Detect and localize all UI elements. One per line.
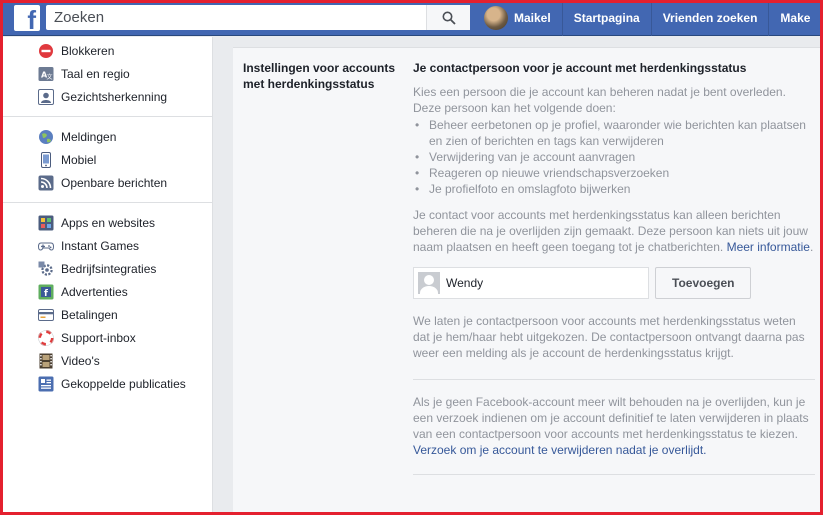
sidebar-item-label: Support-inbox: [61, 330, 136, 345]
credit-card-icon: [38, 307, 54, 323]
top-nav: Maikel Startpagina Vrienden zoeken Make: [478, 0, 821, 36]
face-recognition-icon: [38, 88, 54, 105]
sidebar-item-label: Instant Games: [61, 238, 140, 253]
sidebar-group-notifications: Meldingen Mobiel Openbare berichten: [0, 123, 212, 196]
sidebar-item-label: Meldingen: [61, 129, 117, 144]
sidebar-item-business-integrations[interactable]: Bedrijfsintegraties: [0, 257, 212, 280]
sidebar-item-instant-games[interactable]: Instant Games: [0, 234, 212, 257]
sidebar-item-label: Blokkeren: [61, 43, 115, 58]
facebook-logo-icon[interactable]: f: [14, 5, 40, 31]
sidebar-item-face-recognition[interactable]: Gezichtsherkenning: [0, 85, 212, 108]
sidebar-item-support-inbox[interactable]: Support-inbox: [0, 326, 212, 349]
profile-name: Maikel: [514, 11, 551, 25]
delete-text: Als je geen Facebook-account meer wilt b…: [413, 395, 809, 441]
delete-account-link[interactable]: Verzoek om je account te verwijderen nad…: [413, 443, 707, 457]
sidebar-divider: [0, 116, 212, 117]
svg-text:文: 文: [47, 73, 53, 81]
contact-info-paragraph: Je contact voor accounts met herdenkings…: [413, 208, 814, 254]
sidebar-item-label: Apps en websites: [61, 215, 156, 230]
globe-icon: [38, 129, 54, 145]
notify-text: We laten je contactpersoon voor accounts…: [413, 314, 805, 360]
sidebar-group-apps: Apps en websites Instant Games Bedrijfsi…: [0, 209, 212, 397]
more-info-link[interactable]: Meer informatie: [727, 240, 810, 254]
gamepad-icon: [38, 238, 54, 254]
mobile-icon: [38, 151, 54, 168]
sidebar-item-mobile[interactable]: Mobiel: [0, 148, 212, 171]
section-title: Instellingen voor accounts met herdenkin…: [243, 61, 396, 91]
sidebar-group-privacy: Blokkeren A文 Taal en regio Gezichtsherke…: [0, 37, 212, 110]
content-divider: [413, 379, 815, 380]
sidebar-item-ads[interactable]: f Advertenties: [0, 280, 212, 303]
list-item: Reageren op nieuwe vriendschapsverzoeken: [413, 165, 815, 181]
publication-icon: [38, 376, 54, 392]
nav-profile[interactable]: Maikel: [478, 0, 563, 36]
search-input[interactable]: [46, 9, 426, 26]
sidebar-item-linked-publications[interactable]: Gekoppelde publicaties: [0, 372, 212, 395]
gear-icon: [38, 261, 54, 277]
block-icon: [38, 43, 54, 59]
sidebar-item-label: Betalingen: [61, 307, 118, 322]
sidebar-item-label: Bedrijfsintegraties: [61, 261, 157, 276]
memorial-settings-panel: Instellingen voor accounts met herdenkin…: [233, 47, 823, 515]
sidebar-divider: [0, 202, 212, 203]
content-divider: [413, 474, 815, 475]
sidebar-item-label: Advertenties: [61, 284, 128, 299]
contact-value: Wendy: [446, 276, 484, 290]
sidebar-item-block[interactable]: Blokkeren: [0, 39, 212, 62]
film-icon: [38, 353, 54, 369]
nav-home[interactable]: Startpagina: [563, 0, 652, 36]
sidebar-item-videos[interactable]: Video's: [0, 349, 212, 372]
sidebar-item-apps-websites[interactable]: Apps en websites: [0, 211, 212, 234]
memorial-content: Je contactpersoon voor je account met he…: [413, 60, 815, 489]
list-item: Je profielfoto en omslagfoto bijwerken: [413, 181, 815, 197]
sidebar-item-notifications[interactable]: Meldingen: [0, 125, 212, 148]
sidebar-item-label: Gezichtsherkenning: [61, 89, 168, 104]
sidebar-item-public-posts[interactable]: Openbare berichten: [0, 171, 212, 194]
rss-icon: [38, 175, 54, 191]
delete-paragraph: Als je geen Facebook-account meer wilt b…: [413, 394, 815, 458]
language-icon: A文: [38, 66, 54, 82]
sidebar-item-label: Openbare berichten: [61, 175, 168, 190]
search-box: [46, 5, 470, 30]
settings-sidebar: Blokkeren A文 Taal en regio Gezichtsherke…: [0, 37, 213, 515]
svg-text:f: f: [44, 289, 48, 299]
contact-picker: Wendy Toevoegen: [413, 267, 815, 299]
list-item: Verwijdering van je account aanvragen: [413, 149, 815, 165]
sidebar-item-label: Video's: [61, 353, 100, 368]
legacy-contact-heading: Je contactpersoon voor je account met he…: [413, 61, 747, 75]
sidebar-item-payments[interactable]: Betalingen: [0, 303, 212, 326]
sidebar-item-label: Gekoppelde publicaties: [61, 376, 186, 391]
lifebuoy-icon: [38, 329, 54, 346]
default-avatar-icon: [418, 272, 440, 294]
nav-find-friends[interactable]: Vrienden zoeken: [652, 0, 770, 36]
search-button[interactable]: [426, 5, 470, 30]
apps-icon: [38, 215, 54, 231]
sidebar-item-language[interactable]: A文 Taal en regio: [0, 62, 212, 85]
add-button[interactable]: Toevoegen: [655, 267, 752, 299]
top-bar: f Maikel Startpagina Vrienden zoeken Mak…: [0, 0, 823, 36]
sidebar-item-label: Taal en regio: [61, 66, 130, 81]
list-item: Beheer eerbetonen op je profiel, waarond…: [413, 117, 815, 149]
permissions-list: Beheer eerbetonen op je profiel, waarond…: [413, 117, 815, 197]
intro-text: Kies een persoon die je account kan behe…: [413, 85, 786, 115]
avatar: [484, 6, 508, 30]
nav-create[interactable]: Make: [769, 0, 821, 36]
sidebar-item-label: Mobiel: [61, 152, 97, 167]
ads-icon: f: [38, 284, 54, 300]
contact-input[interactable]: Wendy: [413, 267, 649, 299]
search-icon: [442, 11, 456, 25]
